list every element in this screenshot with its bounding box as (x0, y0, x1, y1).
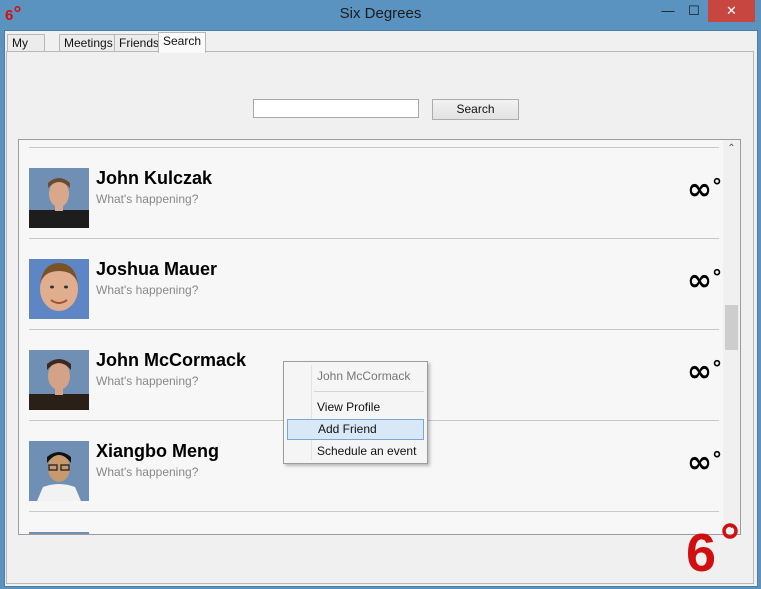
search-button[interactable]: Search (432, 99, 519, 120)
avatar (29, 532, 89, 534)
person-name: John Kulczak (96, 168, 213, 188)
status-text: What's happening? (96, 465, 199, 479)
close-button[interactable]: ✕ (708, 0, 755, 22)
person-name: John McCormack (96, 350, 247, 370)
degree-value: ∞ (687, 263, 712, 298)
window-client: My Page Meetings Friends Search Search J… (4, 30, 758, 587)
menu-item-view-profile[interactable]: View Profile (287, 397, 424, 418)
tab-search[interactable]: Search (158, 32, 207, 53)
person-name: Xiangbo Meng (96, 441, 219, 461)
search-panel: Search John Kulczak What's happening? ∞° (6, 51, 754, 584)
vertical-scrollbar[interactable]: ⌃ ⌄ (723, 140, 740, 534)
list-item[interactable]: Joshua Mauer What's happening? ∞° (29, 238, 722, 329)
tab-meetings[interactable]: Meetings (59, 34, 118, 51)
list-item[interactable] (29, 511, 719, 534)
status-text: What's happening? (96, 192, 199, 206)
degree-symbol: ° (712, 265, 722, 289)
avatar (29, 168, 89, 228)
minimize-button[interactable]: — (655, 0, 681, 22)
search-input[interactable] (253, 99, 419, 118)
degree-badge: ∞° (687, 174, 722, 206)
avatar (29, 259, 89, 319)
degree-symbol: ° (712, 447, 722, 471)
tab-my-page[interactable]: My Page (7, 34, 46, 67)
scroll-thumb[interactable] (725, 305, 738, 350)
degree-symbol: ° (712, 174, 722, 198)
tab-friends[interactable]: Friends (114, 34, 165, 51)
window-title: Six Degrees (339, 5, 422, 22)
svg-text:6: 6 (686, 523, 716, 573)
menu-item-schedule-event[interactable]: Schedule an event (287, 441, 424, 462)
context-menu: John McCormack View Profile Add Friend S… (283, 361, 428, 464)
person-name: Joshua Mauer (96, 259, 218, 279)
degree-badge: ∞° (687, 356, 722, 388)
brand-logo-icon: 6 (686, 523, 738, 573)
degree-badge: ∞° (687, 265, 722, 297)
list-item[interactable]: John Kulczak What's happening? ∞° (29, 147, 722, 238)
avatar (29, 441, 89, 501)
context-menu-header: John McCormack (317, 369, 411, 383)
degree-value: ∞ (687, 172, 712, 207)
scroll-up-icon[interactable]: ⌃ (723, 140, 740, 157)
degree-badge: ∞° (687, 447, 722, 479)
maximize-button[interactable]: ☐ (681, 0, 707, 22)
degree-value: ∞ (687, 445, 712, 480)
avatar (29, 350, 89, 410)
menu-item-add-friend[interactable]: Add Friend (287, 419, 424, 440)
status-text: What's happening? (96, 283, 199, 297)
degree-value: ∞ (687, 354, 712, 389)
degree-symbol: ° (712, 356, 722, 380)
results-list[interactable]: John Kulczak What's happening? ∞° Joshua… (18, 139, 741, 535)
menu-separator (314, 391, 424, 392)
status-text: What's happening? (96, 374, 199, 388)
title-bar: 6 Six Degrees — ☐ ✕ (0, 0, 761, 30)
